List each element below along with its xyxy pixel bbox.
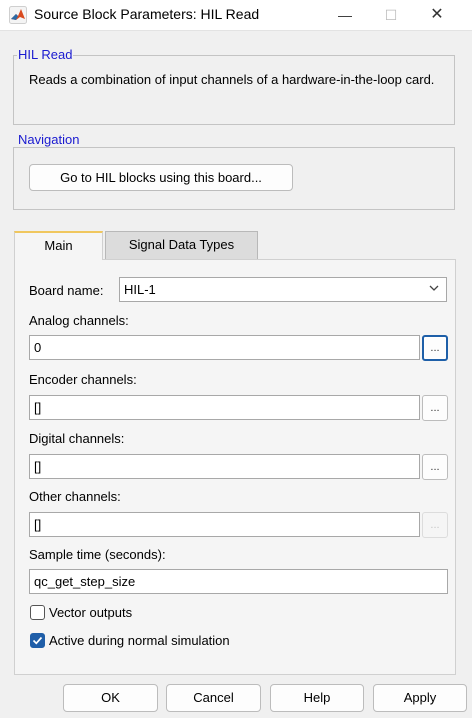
other-channels-label: Other channels: xyxy=(29,489,121,504)
digital-channels-browse-button[interactable]: ... xyxy=(422,454,448,480)
digital-channels-label: Digital channels: xyxy=(29,431,125,446)
encoder-channels-input[interactable]: [] xyxy=(29,395,420,420)
active-during-simulation-checkbox[interactable] xyxy=(30,633,45,648)
vector-outputs-label: Vector outputs xyxy=(49,605,133,620)
board-name-select[interactable]: HIL-1 xyxy=(119,277,447,302)
digital-channels-input[interactable]: [] xyxy=(29,454,420,479)
checkmark-icon xyxy=(32,636,43,645)
board-name-label: Board name: xyxy=(29,283,104,298)
other-channels-browse-button: ... xyxy=(422,512,448,538)
encoder-channels-label: Encoder channels: xyxy=(29,372,137,387)
encoder-channels-browse-button[interactable]: ... xyxy=(422,395,448,421)
analog-channels-input[interactable]: 0 xyxy=(29,335,420,360)
sample-time-label: Sample time (seconds): xyxy=(29,547,166,562)
vector-outputs-checkbox[interactable] xyxy=(30,605,45,620)
chevron-down-icon xyxy=(429,285,439,291)
board-name-value: HIL-1 xyxy=(124,282,156,297)
analog-channels-label: Analog channels: xyxy=(29,313,129,328)
active-during-simulation-label: Active during normal simulation xyxy=(49,633,230,648)
other-channels-input[interactable]: [] xyxy=(29,512,420,537)
sample-time-input[interactable]: qc_get_step_size xyxy=(29,569,448,594)
analog-channels-browse-button[interactable]: ... xyxy=(422,335,448,361)
